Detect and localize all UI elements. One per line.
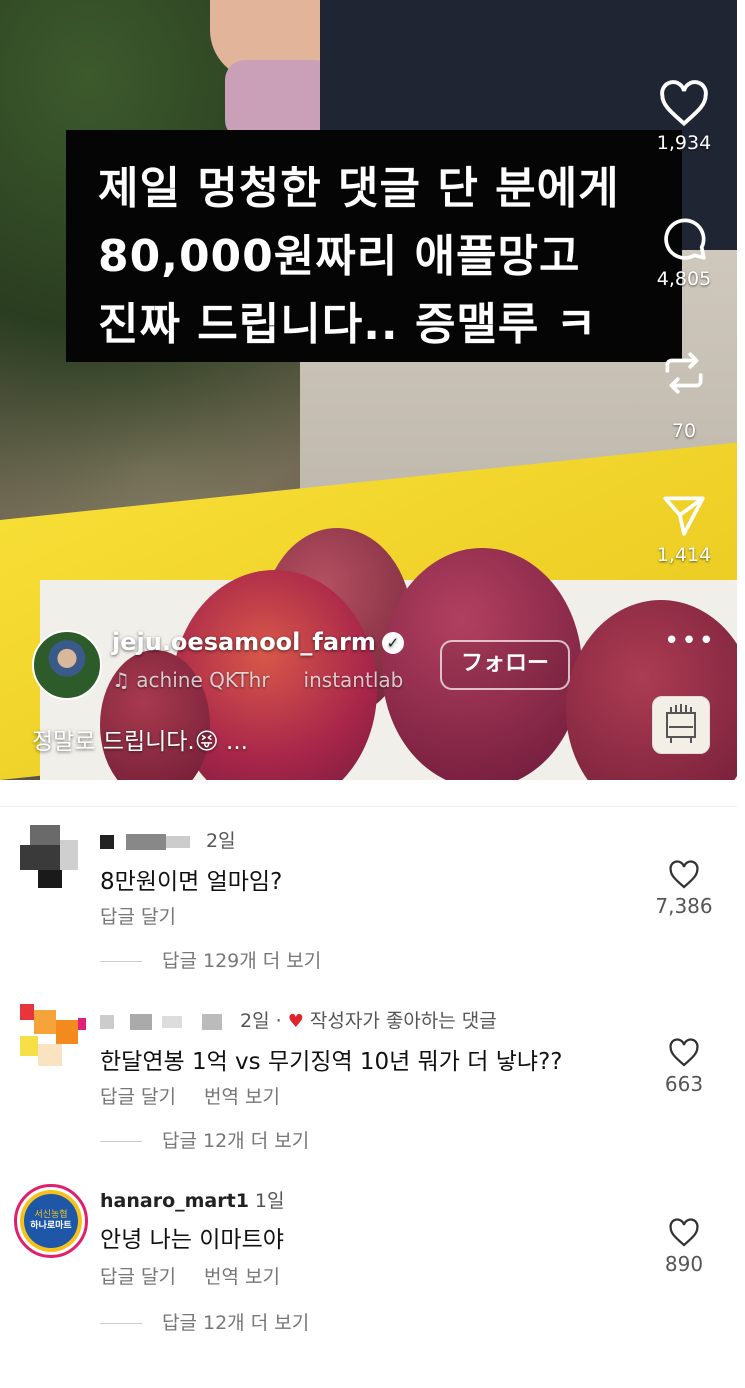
- comment-like[interactable]: 890: [652, 1218, 716, 1276]
- avatar-logo-text: 하나로마트: [30, 1221, 72, 1231]
- comment-username[interactable]: 2일: [100, 826, 236, 853]
- repost-icon[interactable]: [659, 348, 709, 398]
- translate-button[interactable]: 번역 보기: [204, 1266, 280, 1288]
- reply-button[interactable]: 답글 달기: [100, 906, 176, 928]
- comment-username[interactable]: 2일 · ♥ 작성자가 좋아하는 댓글: [100, 1006, 497, 1033]
- view-replies-button[interactable]: 답글 12개 더 보기: [100, 1308, 309, 1335]
- audio-thumbnail[interactable]: [652, 696, 710, 754]
- heart-icon[interactable]: [668, 1038, 700, 1068]
- creator-avatar[interactable]: [32, 630, 102, 700]
- verified-badge-icon: ✓: [381, 632, 404, 654]
- creator-username[interactable]: jeju.oesamool_farm ✓: [112, 628, 404, 656]
- heart-icon[interactable]: [668, 1218, 700, 1248]
- send-icon[interactable]: [659, 490, 709, 540]
- view-replies-button[interactable]: 답글 12개 더 보기: [100, 1126, 309, 1153]
- comment-time: 2일 ·: [240, 1010, 282, 1032]
- heart-icon[interactable]: [668, 860, 700, 890]
- organ-icon: [666, 704, 696, 743]
- comment-text: 안녕 나는 이마트야: [100, 1227, 284, 1253]
- music-note-icon: ♫: [112, 668, 137, 692]
- comment-avatar[interactable]: [20, 820, 80, 888]
- video-player[interactable]: 제일 멍청한 댓글 단 분에게 80,000원짜리 애플망고 진짜 드립니다..…: [0, 0, 737, 780]
- comment-text: 한달연봉 1억 vs 무기징역 10년 뭐가 더 낳냐??: [100, 1049, 563, 1075]
- music-info[interactable]: ♫ achine QKThr instantlab: [112, 668, 403, 692]
- reply-button[interactable]: 답글 달기: [100, 1266, 176, 1288]
- follow-button[interactable]: フォロー: [440, 640, 570, 690]
- caption-overlay: 제일 멍청한 댓글 단 분에게 80,000원짜리 애플망고 진짜 드립니다..…: [66, 130, 682, 362]
- creator-username-text: jeju.oesamool_farm: [112, 628, 376, 656]
- sleeve-image: [225, 60, 335, 140]
- comment-like-count: 663: [664, 1072, 704, 1096]
- view-replies-button[interactable]: 답글 129개 더 보기: [100, 946, 321, 973]
- heart-icon[interactable]: [658, 80, 710, 128]
- reply-button[interactable]: 답글 달기: [100, 1086, 176, 1108]
- author-liked-label: 작성자가 좋아하는 댓글: [309, 1010, 497, 1032]
- comment-time: 2일: [206, 830, 236, 852]
- comment-like[interactable]: 7,386: [652, 860, 716, 918]
- like-count: 1,934: [656, 132, 712, 154]
- author-liked-heart-icon: ♥: [287, 1011, 304, 1032]
- comment-time: 1일: [254, 1190, 285, 1212]
- comment-avatar[interactable]: 서신농협 하나로마트: [14, 1184, 88, 1258]
- like-action[interactable]: 1,934: [649, 80, 719, 154]
- comment-like-count: 890: [664, 1252, 704, 1276]
- share-action[interactable]: 1,414: [649, 490, 719, 566]
- more-options-icon[interactable]: •••: [664, 626, 716, 656]
- comment-icon[interactable]: [659, 214, 709, 264]
- comment-action[interactable]: 4,805: [649, 214, 719, 290]
- repost-count: 70: [671, 420, 697, 442]
- caption-line-1: 제일 멍청한 댓글 단 분에게: [98, 163, 620, 214]
- repost-action[interactable]: 70: [649, 348, 719, 442]
- comment-like-count: 7,386: [655, 894, 713, 918]
- video-description[interactable]: 정말로 드립니다.😝 ...: [32, 722, 248, 756]
- translate-button[interactable]: 번역 보기: [204, 1086, 280, 1108]
- comment-username[interactable]: hanaro_mart1 1일: [100, 1186, 285, 1213]
- caption-line-2: 80,000원짜리 애플망고: [98, 231, 581, 282]
- comment-avatar[interactable]: [20, 1000, 86, 1066]
- comment-like[interactable]: 663: [652, 1038, 716, 1096]
- avatar-logo-text: 서신농협: [34, 1210, 68, 1220]
- caption-line-3: 진짜 드립니다.. 증맬루 ㅋ: [98, 299, 598, 350]
- divider: [0, 806, 737, 807]
- comment-text: 8만원이면 얼마임?: [100, 869, 283, 895]
- share-count: 1,414: [656, 544, 712, 566]
- comment-count: 4,805: [656, 268, 712, 290]
